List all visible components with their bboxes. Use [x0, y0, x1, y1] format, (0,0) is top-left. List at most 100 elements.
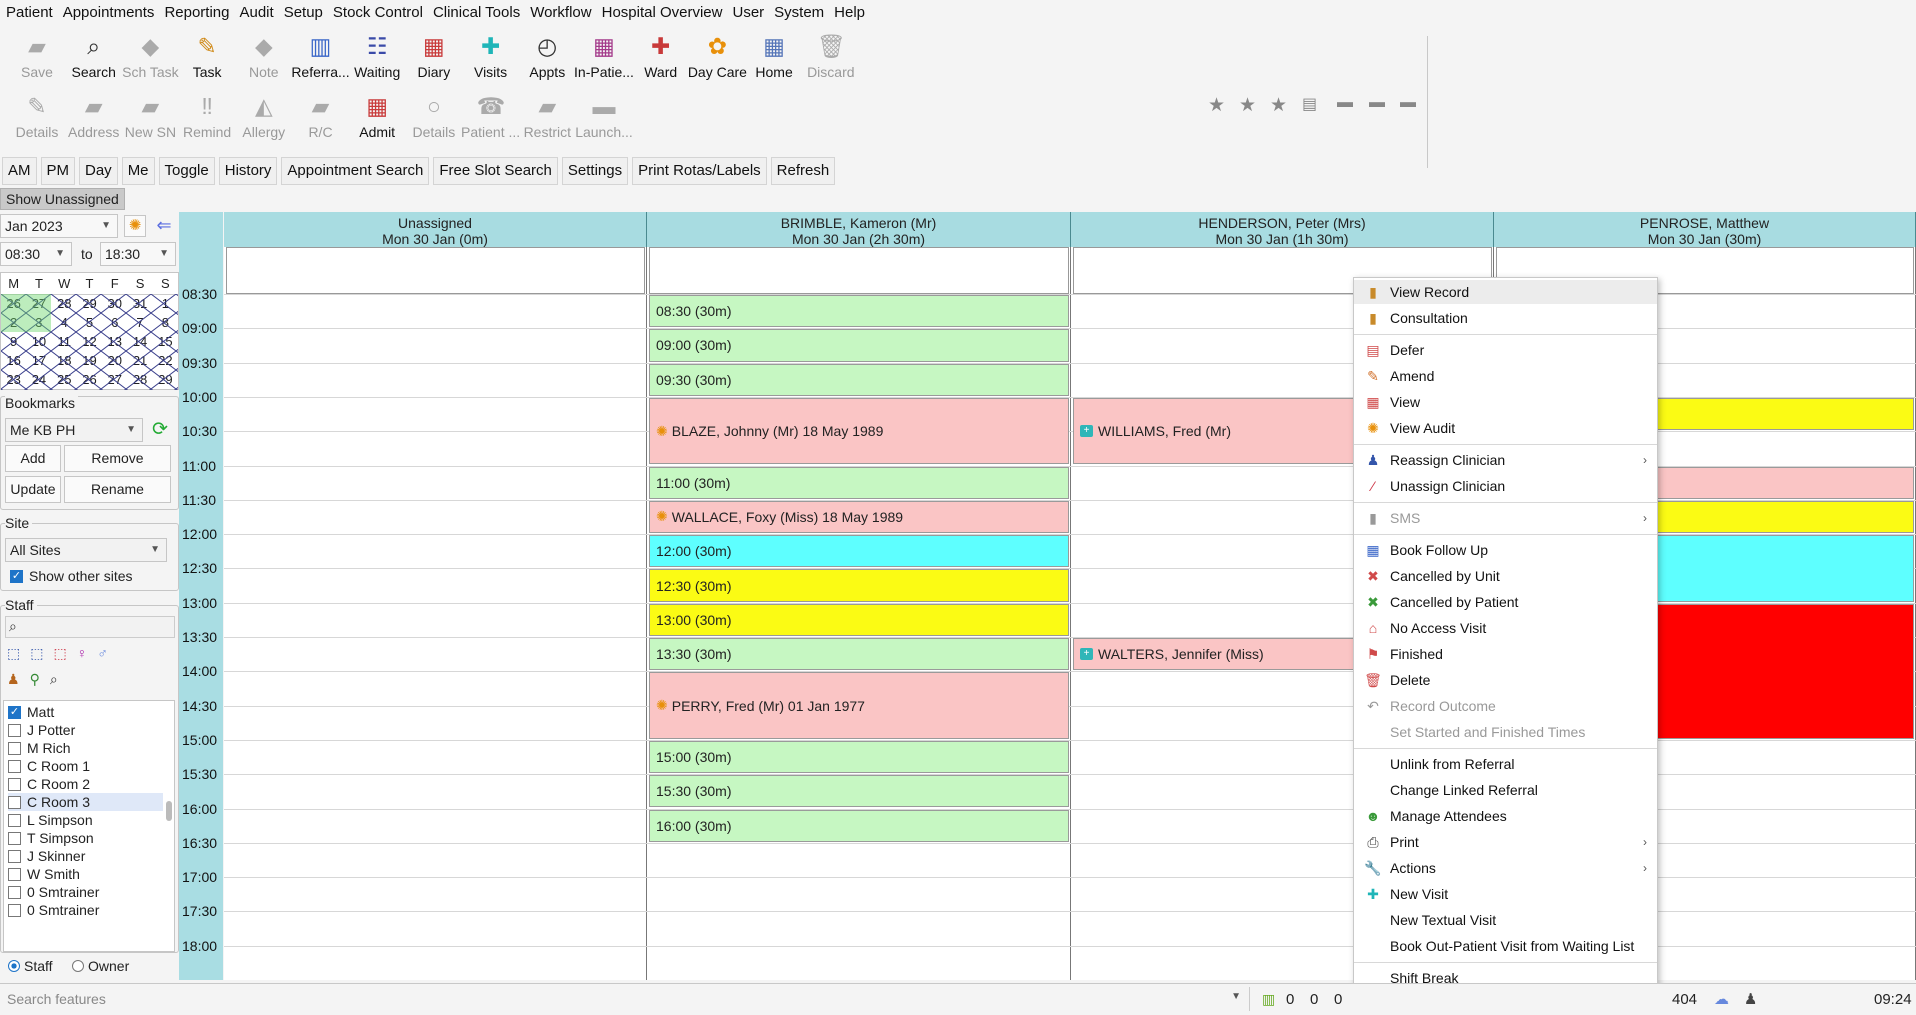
context-menu-new-visit[interactable]: ✚ New Visit	[1354, 882, 1657, 906]
context-menu-delete[interactable]: 🗑 Delete	[1354, 668, 1657, 692]
appointment[interactable]: 16:00 (30m)	[649, 809, 1069, 842]
staff-checkbox[interactable]	[8, 741, 21, 755]
menu-audit[interactable]: Audit	[239, 4, 281, 21]
context-menu-view-audit[interactable]: ✺ View Audit	[1354, 416, 1657, 440]
nav-appointment-search-button[interactable]: Appointment Search	[281, 157, 430, 185]
context-menu-unlink-from-referral[interactable]: Unlink from Referral	[1354, 752, 1657, 776]
search-icon[interactable]: ⌕	[50, 671, 58, 688]
staff-checkbox[interactable]	[8, 813, 21, 827]
toolbar-launch-button[interactable]: ▬ Launch...	[569, 92, 639, 140]
menu-appointments[interactable]: Appointments	[63, 4, 163, 21]
context-menu-defer[interactable]: ▤ Defer	[1354, 338, 1657, 362]
time-to-select[interactable]: 18:30 ▼	[100, 242, 176, 266]
context-menu-no-access-visit[interactable]: ⌂ No Access Visit	[1354, 616, 1657, 640]
context-menu-record-outcome[interactable]: ↶ Record Outcome	[1354, 694, 1657, 718]
appointment[interactable]: 15:00 (30m)	[649, 740, 1069, 774]
female-icon[interactable]: ♀	[77, 645, 88, 662]
menu-reporting[interactable]: Reporting	[164, 4, 237, 21]
context-menu-view-record[interactable]: ▮ View Record	[1354, 280, 1657, 304]
staff-item[interactable]: 0 Smtrainer	[8, 901, 163, 919]
menu-clinical-tools[interactable]: Clinical Tools	[433, 4, 528, 21]
context-menu-actions[interactable]: 🔧 Actions ›	[1354, 856, 1657, 880]
column-header-unassigned[interactable]: Unassigned Mon 30 Jan (0m)	[224, 212, 647, 247]
staff-filter-input[interactable]: ⌕	[5, 616, 175, 638]
menu-system[interactable]: System	[774, 4, 832, 21]
appointment[interactable]: 15:30 (30m)	[649, 775, 1069, 808]
printer-icon[interactable]: ▬	[1400, 94, 1416, 112]
staff-checkbox[interactable]	[8, 777, 21, 791]
star-icon[interactable]: ★	[1239, 94, 1256, 117]
context-menu-amend[interactable]: ✎ Amend	[1354, 364, 1657, 388]
nav-toggle-button[interactable]: Toggle	[158, 157, 215, 185]
appointment-context-menu[interactable]: ▮ View Record ▮ Consultation ▤ Defer ✎ Amend ▦ Vi…	[1353, 277, 1658, 1015]
star-icon[interactable]: ★	[1270, 94, 1287, 117]
nav-me-button[interactable]: Me	[121, 157, 155, 185]
menu-user[interactable]: User	[732, 4, 772, 21]
staff-checkbox[interactable]	[8, 795, 21, 809]
appointment[interactable]: 11:00 (30m)	[649, 466, 1069, 499]
nav-history-button[interactable]: History	[218, 157, 278, 185]
column-header-brimble-kameron-mr[interactable]: BRIMBLE, Kameron (Mr) Mon 30 Jan (2h 30m)	[647, 212, 1071, 247]
appointment[interactable]: 12:30 (30m)	[649, 569, 1069, 602]
document-icon[interactable]: ▤	[1302, 94, 1317, 114]
show-unassigned-button[interactable]: Show Unassigned	[0, 188, 125, 210]
staff-checkbox[interactable]	[8, 759, 21, 773]
staff-checkbox[interactable]: ✓	[8, 705, 21, 719]
menu-stock-control[interactable]: Stock Control	[333, 4, 431, 21]
appointment[interactable]: 09:00 (30m)	[649, 329, 1069, 362]
male-icon[interactable]: ♂	[97, 645, 108, 662]
nav-pm-button[interactable]: PM	[40, 157, 75, 185]
appointment[interactable]: ✺ WALLACE, Foxy (Miss) 18 May 1989	[649, 500, 1069, 534]
context-menu-cancelled-by-unit[interactable]: ✖ Cancelled by Unit	[1354, 564, 1657, 588]
diary-column[interactable]	[224, 247, 647, 980]
staff-checkbox[interactable]	[8, 831, 21, 845]
appointment[interactable]: 13:00 (30m)	[649, 603, 1069, 636]
context-menu-book-out-patient-visit-from-waiting-list[interactable]: Book Out-Patient Visit from Waiting List	[1354, 934, 1657, 958]
context-menu-change-linked-referral[interactable]: Change Linked Referral	[1354, 778, 1657, 802]
appointment[interactable]: 12:00 (30m)	[649, 535, 1069, 568]
context-menu-consultation[interactable]: ▮ Consultation	[1354, 306, 1657, 330]
context-menu-finished[interactable]: ⚑ Finished	[1354, 642, 1657, 666]
nav-free-slot-search-button[interactable]: Free Slot Search	[433, 157, 558, 185]
appointment[interactable]: 08:30 (30m)	[649, 295, 1069, 328]
bookmark-add-button[interactable]: Add	[5, 445, 61, 472]
appointment[interactable]: ✺ PERRY, Fred (Mr) 01 Jan 1977	[649, 672, 1069, 739]
nav-settings-button[interactable]: Settings	[561, 157, 629, 185]
star-icon[interactable]: ★	[1208, 94, 1225, 117]
back-arrow-icon[interactable]: ⇐	[152, 215, 176, 237]
deselect-icon[interactable]: ⬚	[53, 645, 66, 662]
menu-workflow[interactable]: Workflow	[530, 4, 599, 21]
nav-print-rotas-labels-button[interactable]: Print Rotas/Labels	[632, 157, 767, 185]
menu-patient[interactable]: Patient	[6, 4, 61, 21]
person-icon[interactable]: ♟	[7, 671, 20, 688]
staff-checkbox[interactable]	[8, 867, 21, 881]
context-menu-view[interactable]: ▦ View	[1354, 390, 1657, 414]
printer-icon[interactable]: ▬	[1369, 94, 1385, 112]
select-all-icon[interactable]: ⬚	[7, 645, 20, 662]
feature-search-input[interactable]: Search features ▼	[0, 987, 1250, 1011]
column-header-henderson-peter-mrs[interactable]: HENDERSON, Peter (Mrs) Mon 30 Jan (1h 30m…	[1071, 212, 1494, 247]
printer-icon[interactable]: ▬	[1337, 94, 1353, 112]
group-search-icon[interactable]: ⚲	[30, 671, 40, 688]
nav-refresh-button[interactable]: Refresh	[770, 157, 836, 185]
menu-setup[interactable]: Setup	[284, 4, 331, 21]
context-menu-cancelled-by-patient[interactable]: ✖ Cancelled by Patient	[1354, 590, 1657, 614]
appointment[interactable]: ✺ BLAZE, Johnny (Mr) 18 May 1989	[649, 397, 1069, 465]
menu-help[interactable]: Help	[834, 4, 873, 21]
staff-list-scrollbar[interactable]	[166, 801, 172, 821]
staff-checkbox[interactable]	[8, 903, 21, 917]
context-menu-set-started-and-finished-times[interactable]: Set Started and Finished Times	[1354, 720, 1657, 744]
show-other-sites-checkbox[interactable]: ✓ Show other sites	[10, 565, 165, 587]
context-menu-print[interactable]: ⎙ Print ›	[1354, 830, 1657, 854]
context-menu-new-textual-visit[interactable]: New Textual Visit	[1354, 908, 1657, 932]
context-menu-manage-attendees[interactable]: ☻ Manage Attendees	[1354, 804, 1657, 828]
today-icon[interactable]: ✺	[124, 215, 146, 237]
nav-am-button[interactable]: AM	[2, 157, 37, 185]
staff-checkbox[interactable]	[8, 723, 21, 737]
bookmark-remove-button[interactable]: Remove	[64, 445, 171, 472]
menu-hospital-overview[interactable]: Hospital Overview	[602, 4, 731, 21]
column-header-penrose-matthew[interactable]: PENROSE, Matthew Mon 30 Jan (30m)	[1494, 212, 1916, 247]
staff-checkbox[interactable]	[8, 885, 21, 899]
bookmark-select[interactable]: Me KB PH ▼	[5, 418, 143, 442]
context-menu-unassign-clinician[interactable]: ⁄ Unassign Clinician	[1354, 474, 1657, 498]
